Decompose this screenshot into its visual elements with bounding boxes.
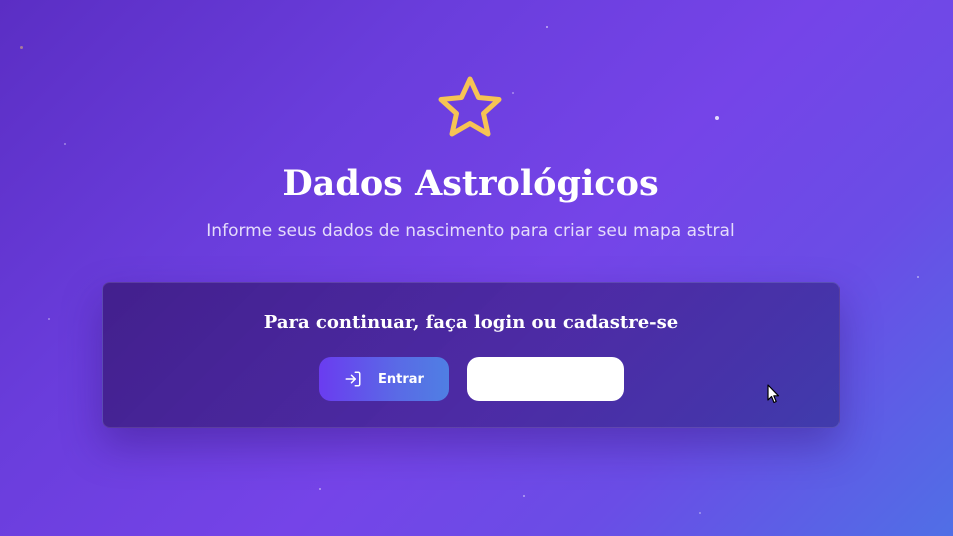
- star-icon: [438, 76, 502, 137]
- login-button-label: Entrar: [378, 371, 424, 387]
- auth-card: Para continuar, faça login ou cadastre-s…: [102, 282, 840, 428]
- login-button[interactable]: Entrar: [319, 357, 449, 401]
- background-star-dot: [20, 46, 23, 49]
- auth-card-heading: Para continuar, faça login ou cadastre-s…: [263, 312, 679, 333]
- background-star-dot: [319, 488, 321, 490]
- background-star-dot: [64, 143, 66, 145]
- background-star-dot: [917, 276, 919, 278]
- background-star-dot: [523, 495, 525, 497]
- log-in-icon: [345, 371, 361, 387]
- signup-button[interactable]: [467, 357, 624, 401]
- page-title: Dados Astrológicos: [282, 163, 659, 204]
- background-star-dot: [699, 512, 701, 514]
- mouse-cursor-icon: [767, 384, 780, 404]
- page-subtitle: Informe seus dados de nascimento para cr…: [206, 221, 735, 241]
- background-star-dot: [546, 26, 548, 28]
- background-star-dot: [48, 318, 50, 320]
- background-star-dot: [715, 116, 719, 120]
- background-star-dot: [512, 92, 514, 94]
